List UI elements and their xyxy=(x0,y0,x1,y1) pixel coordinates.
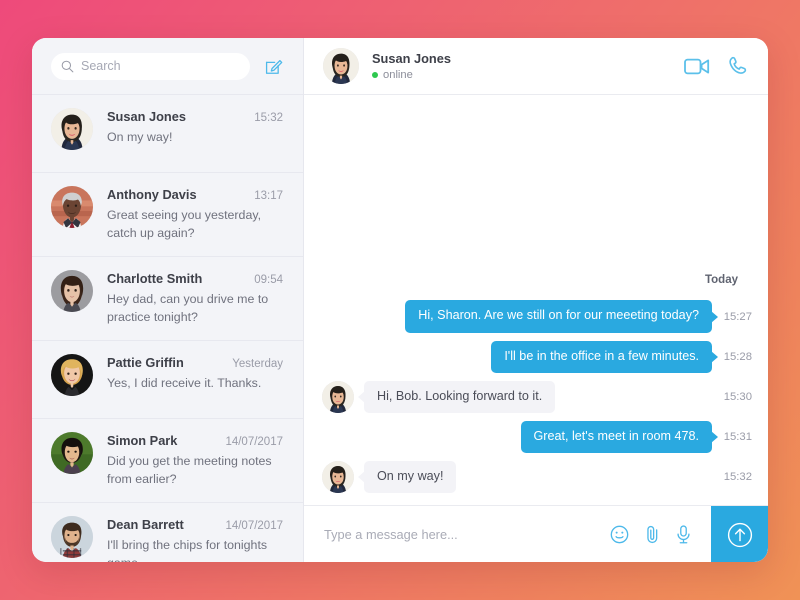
conversation-preview: Hey dad, can you drive me to practice to… xyxy=(107,291,269,324)
conversation-name: Anthony Davis xyxy=(107,187,197,202)
conversation-item-pattie-griffin[interactable]: Pattie Griffin Yesterday Yes, I did rece… xyxy=(32,341,303,419)
conversation-header: Dean Barrett 14/07/2017 xyxy=(107,517,283,532)
video-camera-icon[interactable] xyxy=(684,57,710,76)
paperclip-icon[interactable] xyxy=(644,525,661,544)
conversation-body: Charlotte Smith 09:54 Hey dad, can you d… xyxy=(107,270,283,327)
chat-panel: Susan Jones online Today Hi, Sharon. Are… xyxy=(304,38,768,562)
sidebar: Susan Jones 15:32 On my way! Anthony Dav… xyxy=(32,38,304,562)
conversation-header: Charlotte Smith 09:54 xyxy=(107,271,283,286)
message-avatar xyxy=(322,380,354,413)
microphone-icon[interactable] xyxy=(676,524,691,544)
message-bubble[interactable]: Great, let's meet in room 478. xyxy=(520,420,712,453)
sidebar-toolbar xyxy=(32,38,303,95)
conversation-time: 14/07/2017 xyxy=(225,519,283,532)
avatar xyxy=(51,353,93,396)
chat-header-avatar xyxy=(323,48,359,84)
conversation-header: Anthony Davis 13:17 xyxy=(107,187,283,202)
conversation-list[interactable]: Susan Jones 15:32 On my way! Anthony Dav… xyxy=(32,95,303,562)
smiley-icon[interactable] xyxy=(610,525,629,544)
search-input[interactable] xyxy=(81,59,240,73)
avatar xyxy=(51,515,93,558)
message-bubble[interactable]: Hi, Sharon. Are we still on for our meee… xyxy=(405,300,712,333)
arrow-up-circle-icon xyxy=(727,522,752,547)
message-list[interactable]: Today Hi, Sharon. Are we still on for ou… xyxy=(304,95,768,505)
conversation-time: 13:17 xyxy=(254,190,283,202)
conversation-name: Simon Park xyxy=(107,432,178,448)
conversation-item-dean-barrett[interactable]: Dean Barrett 14/07/2017 I'll bring the c… xyxy=(32,503,303,562)
message-input[interactable] xyxy=(324,526,600,542)
message-row-outgoing: I'll be in the office in a few minutes. … xyxy=(304,337,768,377)
message-time: 15:30 xyxy=(723,390,752,403)
conversation-name: Charlotte Smith xyxy=(107,270,203,286)
avatar xyxy=(51,186,93,228)
conversation-name: Susan Jones xyxy=(107,109,186,124)
online-status-dot xyxy=(372,72,378,78)
conversation-preview: Yes, I did receive it. Thanks. xyxy=(107,375,262,390)
message-avatar xyxy=(322,460,354,493)
conversation-item-simon-park[interactable]: Simon Park 14/07/2017 Did you get the me… xyxy=(32,419,303,503)
send-button[interactable] xyxy=(711,506,768,562)
conversation-header: Pattie Griffin Yesterday xyxy=(107,355,283,370)
conversation-body: Susan Jones 15:32 On my way! xyxy=(107,108,283,147)
search-field[interactable] xyxy=(51,52,250,80)
phone-icon[interactable] xyxy=(727,56,748,77)
composer-tools xyxy=(600,524,711,544)
conversation-name: Dean Barrett xyxy=(107,516,184,532)
message-time: 15:32 xyxy=(723,470,752,483)
message-row-outgoing: Great, let's meet in room 478. 15:31 xyxy=(304,417,768,457)
conversation-body: Dean Barrett 14/07/2017 I'll bring the c… xyxy=(107,516,283,562)
message-time: 15:31 xyxy=(723,430,752,443)
conversation-body: Anthony Davis 13:17 Great seeing you yes… xyxy=(107,186,283,243)
message-composer xyxy=(304,505,768,562)
conversation-item-charlotte-smith[interactable]: Charlotte Smith 09:54 Hey dad, can you d… xyxy=(32,257,303,341)
chat-status-label: online xyxy=(383,69,413,81)
compose-pencil-icon[interactable] xyxy=(264,57,283,76)
chat-app-window: Susan Jones 15:32 On my way! Anthony Dav… xyxy=(32,38,768,562)
message-bubble[interactable]: On my way! xyxy=(364,460,457,493)
avatar xyxy=(51,431,93,474)
message-row-outgoing: Hi, Sharon. Are we still on for our meee… xyxy=(304,296,768,336)
message-row-incoming: On my way! 15:32 xyxy=(304,457,768,497)
conversation-preview: Great seeing you yesterday, catch up aga… xyxy=(107,208,262,240)
conversation-header: Simon Park 14/07/2017 xyxy=(107,433,283,448)
conversation-time: 09:54 xyxy=(254,273,283,286)
message-bubble[interactable]: I'll be in the office in a few minutes. xyxy=(491,340,712,373)
conversation-time: 15:32 xyxy=(254,112,283,124)
chat-header-info: Susan Jones online xyxy=(372,51,671,81)
conversation-preview: I'll bring the chips for tonights game. xyxy=(107,537,268,562)
message-row-incoming: Hi, Bob. Looking forward to it. 15:30 xyxy=(304,377,768,417)
message-bubble[interactable]: Hi, Bob. Looking forward to it. xyxy=(364,380,556,413)
chat-contact-name: Susan Jones xyxy=(372,51,451,66)
conversation-time: 14/07/2017 xyxy=(225,435,283,448)
message-time: 15:27 xyxy=(723,310,752,323)
conversation-item-anthony-davis[interactable]: Anthony Davis 13:17 Great seeing you yes… xyxy=(32,173,303,257)
avatar xyxy=(51,108,93,150)
conversation-item-susan-jones[interactable]: Susan Jones 15:32 On my way! xyxy=(32,95,303,173)
conversation-body: Simon Park 14/07/2017 Did you get the me… xyxy=(107,432,283,489)
conversation-header: Susan Jones 15:32 xyxy=(107,109,283,124)
day-separator: Today xyxy=(704,274,738,287)
message-time: 15:28 xyxy=(723,350,752,363)
avatar xyxy=(51,269,93,312)
conversation-body: Pattie Griffin Yesterday Yes, I did rece… xyxy=(107,354,283,393)
conversation-name: Pattie Griffin xyxy=(107,354,184,370)
chat-header-actions xyxy=(684,56,748,77)
search-icon xyxy=(61,60,74,72)
conversation-preview: Did you get the meeting notes from earli… xyxy=(107,453,272,486)
chat-header: Susan Jones online xyxy=(304,38,768,95)
chat-contact-status: online xyxy=(372,69,671,81)
conversation-preview: On my way! xyxy=(107,130,173,144)
conversation-time: Yesterday xyxy=(232,357,283,370)
